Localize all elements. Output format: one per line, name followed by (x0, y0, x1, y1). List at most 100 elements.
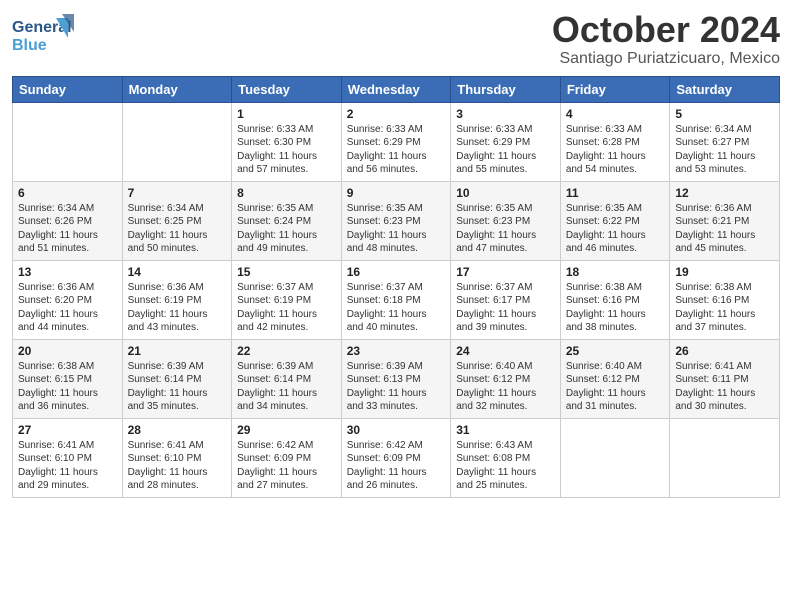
day-number: 28 (128, 423, 227, 437)
calendar-header-saturday: Saturday (670, 76, 780, 102)
calendar-cell: 3Sunrise: 6:33 AMSunset: 6:29 PMDaylight… (451, 102, 561, 181)
calendar-cell: 14 Sunrise: 6:36 AMSunset: 6:19 PMDayligh… (122, 260, 232, 339)
calendar-cell: 26 Sunrise: 6:41 AMSunset: 6:11 PMDayligh… (670, 339, 780, 418)
day-info: Sunrise: 6:43 AMSunset: 6:08 PMDaylight:… (456, 439, 555, 493)
day-number: 22 (237, 344, 336, 358)
calendar-cell (670, 418, 780, 497)
day-info: Sunrise: 6:35 AMSunset: 6:23 PMDaylight:… (347, 202, 446, 256)
calendar-cell: 19 Sunrise: 6:38 AMSunset: 6:16 PMDayligh… (670, 260, 780, 339)
day-info: Sunrise: 6:37 AMSunset: 6:17 PMDaylight:… (456, 281, 555, 335)
day-number: 25 (566, 344, 665, 358)
day-info: Sunrise: 6:39 AMSunset: 6:14 PMDaylight:… (128, 360, 227, 414)
calendar-cell: 6 Sunrise: 6:34 AMSunset: 6:26 PMDaylight… (13, 181, 123, 260)
day-number: 3 (456, 107, 555, 121)
calendar-cell: 27Sunrise: 6:41 AMSunset: 6:10 PMDayligh… (13, 418, 123, 497)
calendar-table: SundayMondayTuesdayWednesdayThursdayFrid… (12, 76, 780, 498)
day-info: Sunrise: 6:42 AMSunset: 6:09 PMDaylight:… (237, 439, 336, 493)
day-info: Sunrise: 6:35 AMSunset: 6:23 PMDaylight:… (456, 202, 555, 256)
day-number: 1 (237, 107, 336, 121)
day-info: Sunrise: 6:40 AMSunset: 6:12 PMDaylight:… (566, 360, 665, 414)
calendar-cell: 28 Sunrise: 6:41 AMSunset: 6:10 PMDayligh… (122, 418, 232, 497)
day-number: 23 (347, 344, 446, 358)
day-info: Sunrise: 6:42 AMSunset: 6:09 PMDaylight:… (347, 439, 446, 493)
day-number: 21 (128, 344, 227, 358)
calendar-header-wednesday: Wednesday (341, 76, 451, 102)
day-info: Sunrise: 6:39 AMSunset: 6:13 PMDaylight:… (347, 360, 446, 414)
calendar-cell: 16 Sunrise: 6:37 AMSunset: 6:18 PMDayligh… (341, 260, 451, 339)
day-info: Sunrise: 6:35 AMSunset: 6:22 PMDaylight:… (566, 202, 665, 256)
day-number: 12 (675, 186, 774, 200)
calendar-cell: 18 Sunrise: 6:38 AMSunset: 6:16 PMDayligh… (560, 260, 670, 339)
day-info: Sunrise: 6:33 AMSunset: 6:30 PMDaylight:… (237, 123, 336, 177)
calendar-cell: 25 Sunrise: 6:40 AMSunset: 6:12 PMDayligh… (560, 339, 670, 418)
day-number: 15 (237, 265, 336, 279)
calendar-header-monday: Monday (122, 76, 232, 102)
day-info: Sunrise: 6:38 AMSunset: 6:16 PMDaylight:… (566, 281, 665, 335)
day-info: Sunrise: 6:34 AMSunset: 6:26 PMDaylight:… (18, 202, 117, 256)
day-info: Sunrise: 6:41 AMSunset: 6:10 PMDaylight:… (128, 439, 227, 493)
day-info: Sunrise: 6:37 AMSunset: 6:19 PMDaylight:… (237, 281, 336, 335)
day-info: Sunrise: 6:36 AMSunset: 6:19 PMDaylight:… (128, 281, 227, 335)
calendar-cell: 29 Sunrise: 6:42 AMSunset: 6:09 PMDayligh… (232, 418, 342, 497)
day-number: 31 (456, 423, 555, 437)
day-info: Sunrise: 6:36 AMSunset: 6:21 PMDaylight:… (675, 202, 774, 256)
day-number: 24 (456, 344, 555, 358)
calendar-cell: 13Sunrise: 6:36 AMSunset: 6:20 PMDayligh… (13, 260, 123, 339)
calendar-cell: 4 Sunrise: 6:33 AMSunset: 6:28 PMDaylight… (560, 102, 670, 181)
calendar-week-row: 6 Sunrise: 6:34 AMSunset: 6:26 PMDaylight… (13, 181, 780, 260)
day-number: 16 (347, 265, 446, 279)
day-info: Sunrise: 6:38 AMSunset: 6:15 PMDaylight:… (18, 360, 117, 414)
calendar-cell: 17 Sunrise: 6:37 AMSunset: 6:17 PMDayligh… (451, 260, 561, 339)
calendar-header-thursday: Thursday (451, 76, 561, 102)
header: General Blue October 2024 Santiago Puria… (12, 10, 780, 68)
calendar-cell: 9 Sunrise: 6:35 AMSunset: 6:23 PMDaylight… (341, 181, 451, 260)
calendar-cell: 15 Sunrise: 6:37 AMSunset: 6:19 PMDayligh… (232, 260, 342, 339)
calendar-cell: 2 Sunrise: 6:33 AMSunset: 6:29 PMDaylight… (341, 102, 451, 181)
day-info: Sunrise: 6:41 AMSunset: 6:11 PMDaylight:… (675, 360, 774, 414)
calendar-header-friday: Friday (560, 76, 670, 102)
day-number: 2 (347, 107, 446, 121)
day-number: 18 (566, 265, 665, 279)
logo: General Blue (12, 10, 82, 65)
calendar-week-row: 1 Sunrise: 6:33 AMSunset: 6:30 PMDaylight… (13, 102, 780, 181)
day-number: 26 (675, 344, 774, 358)
calendar-cell (122, 102, 232, 181)
day-number: 20 (18, 344, 117, 358)
calendar-cell: 1 Sunrise: 6:33 AMSunset: 6:30 PMDaylight… (232, 102, 342, 181)
calendar-cell: 12 Sunrise: 6:36 AMSunset: 6:21 PMDayligh… (670, 181, 780, 260)
day-number: 30 (347, 423, 446, 437)
calendar-week-row: 20 Sunrise: 6:38 AMSunset: 6:15 PMDayligh… (13, 339, 780, 418)
calendar-cell (560, 418, 670, 497)
day-info: Sunrise: 6:36 AMSunset: 6:20 PMDaylight:… (18, 281, 117, 335)
day-number: 19 (675, 265, 774, 279)
day-info: Sunrise: 6:37 AMSunset: 6:18 PMDaylight:… (347, 281, 446, 335)
day-number: 17 (456, 265, 555, 279)
calendar-cell: 24Sunrise: 6:40 AMSunset: 6:12 PMDayligh… (451, 339, 561, 418)
day-number: 8 (237, 186, 336, 200)
calendar-cell: 22 Sunrise: 6:39 AMSunset: 6:14 PMDayligh… (232, 339, 342, 418)
day-number: 11 (566, 186, 665, 200)
calendar-cell: 20 Sunrise: 6:38 AMSunset: 6:15 PMDayligh… (13, 339, 123, 418)
calendar-cell: 11 Sunrise: 6:35 AMSunset: 6:22 PMDayligh… (560, 181, 670, 260)
day-number: 10 (456, 186, 555, 200)
title-area: October 2024 Santiago Puriatzicuaro, Mex… (552, 10, 780, 68)
calendar-cell: 8Sunrise: 6:35 AMSunset: 6:24 PMDaylight… (232, 181, 342, 260)
day-info: Sunrise: 6:39 AMSunset: 6:14 PMDaylight:… (237, 360, 336, 414)
day-number: 6 (18, 186, 117, 200)
day-info: Sunrise: 6:38 AMSunset: 6:16 PMDaylight:… (675, 281, 774, 335)
calendar-week-row: 13Sunrise: 6:36 AMSunset: 6:20 PMDayligh… (13, 260, 780, 339)
day-number: 27 (18, 423, 117, 437)
day-info: Sunrise: 6:33 AMSunset: 6:28 PMDaylight:… (566, 123, 665, 177)
day-number: 29 (237, 423, 336, 437)
day-number: 14 (128, 265, 227, 279)
calendar-cell: 21 Sunrise: 6:39 AMSunset: 6:14 PMDayligh… (122, 339, 232, 418)
calendar-cell: 31 Sunrise: 6:43 AMSunset: 6:08 PMDayligh… (451, 418, 561, 497)
page: General Blue October 2024 Santiago Puria… (0, 0, 792, 612)
day-number: 9 (347, 186, 446, 200)
day-info: Sunrise: 6:34 AMSunset: 6:25 PMDaylight:… (128, 202, 227, 256)
day-number: 4 (566, 107, 665, 121)
day-info: Sunrise: 6:33 AMSunset: 6:29 PMDaylight:… (347, 123, 446, 177)
calendar-cell: 30 Sunrise: 6:42 AMSunset: 6:09 PMDayligh… (341, 418, 451, 497)
calendar-header-tuesday: Tuesday (232, 76, 342, 102)
month-title: October 2024 (552, 10, 780, 50)
